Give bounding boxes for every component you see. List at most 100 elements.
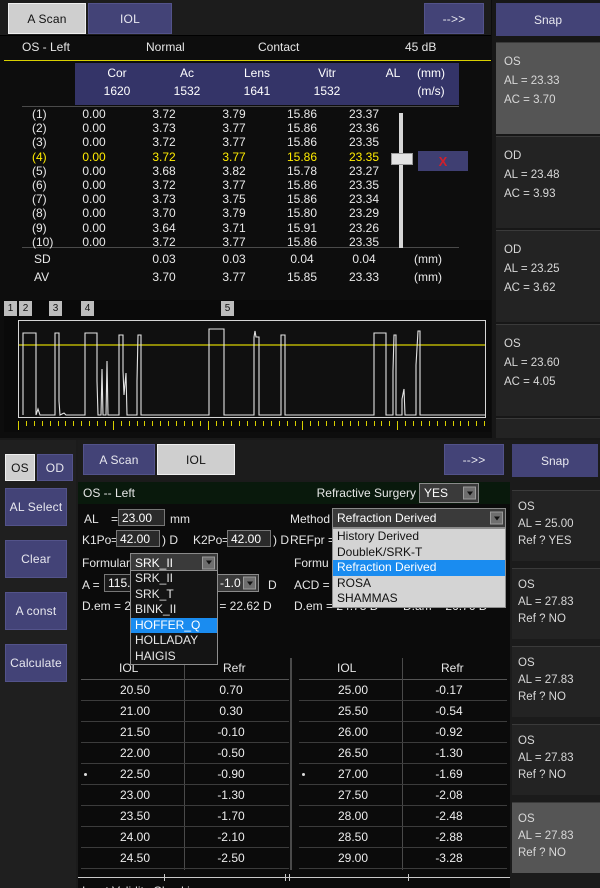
iol-result-row[interactable]: 23.50 -1.70 xyxy=(81,806,289,827)
gate-marker-2[interactable]: 2 xyxy=(19,301,32,316)
gate-marker-1[interactable]: 1 xyxy=(4,301,17,316)
dropdown-option[interactable]: History Derived xyxy=(333,529,505,545)
delete-measurement-button[interactable]: X xyxy=(418,151,468,171)
chevron-down-icon[interactable] xyxy=(243,576,256,590)
card-al: AL = 23.48 xyxy=(504,169,560,181)
measurement-card[interactable]: OS AL = 23.33 AC = 3.70 xyxy=(496,42,600,134)
row-index: (4) xyxy=(32,149,47,164)
eye-button-os[interactable]: OS xyxy=(5,454,35,481)
tab-a-scan-bottom[interactable]: A Scan xyxy=(83,444,155,475)
al-select-button[interactable]: AL Select xyxy=(5,488,67,526)
row-value: 0.00 xyxy=(82,149,106,164)
ruler-tick xyxy=(294,421,296,426)
measurement-card[interactable]: OD AL = 23.25 AC = 3.62 xyxy=(496,230,600,322)
tab-iol-top[interactable]: IOL xyxy=(88,3,172,34)
measurement-row[interactable]: (9) 0.00 3.64 3.71 15.91 23.26 xyxy=(22,221,459,235)
row-value: 23.36 xyxy=(348,121,380,136)
iol-result-row[interactable]: 28.50 -2.88 xyxy=(299,827,507,848)
clear-button[interactable]: Clear xyxy=(5,540,67,578)
chevron-down-icon[interactable] xyxy=(490,511,503,525)
waveform-display[interactable]: 1 2 3 4 5 xyxy=(4,300,491,432)
iol-result-row[interactable]: 29.00 -3.28 xyxy=(299,848,507,869)
iol-result-row[interactable]: 21.50 -0.10 xyxy=(81,722,289,743)
result-card[interactable]: OS AL = 27.83 Ref ? NO xyxy=(512,724,600,795)
measurement-card[interactable]: OD AL = 23.48 AC = 3.93 xyxy=(496,136,600,228)
ruler-tick xyxy=(160,421,162,426)
gain-label: 45 dB xyxy=(405,40,437,54)
dropdown-option[interactable]: HOFFER_Q xyxy=(131,617,217,633)
iol-result-row[interactable]: 22.00 -0.50 xyxy=(81,743,289,764)
forward-button-top[interactable]: -->> xyxy=(424,3,484,34)
row-value: 3.77 xyxy=(222,234,246,249)
measurement-scrollbar-track[interactable] xyxy=(399,113,403,248)
result-card[interactable]: OS AL = 25.00 Ref ? YES xyxy=(512,490,600,561)
iol-result-row[interactable]: 26.50 -1.30 xyxy=(299,743,507,764)
measurement-row[interactable]: (1) 0.00 3.72 3.79 15.86 23.37 xyxy=(22,107,459,121)
eye-label-top: OS - Left xyxy=(22,40,71,54)
iol-result-row[interactable]: 24.50 -2.50 xyxy=(81,848,289,869)
gate-marker-3[interactable]: 3 xyxy=(49,301,62,316)
k1-input[interactable]: 42.00 xyxy=(116,530,160,547)
iol-result-row[interactable]: 26.00 -0.92 xyxy=(299,722,507,743)
measurement-row[interactable]: (8) 0.00 3.70 3.79 15.80 23.29 xyxy=(22,206,459,220)
measurement-row[interactable]: (10) 0.00 3.72 3.77 15.86 23.35 xyxy=(22,235,459,249)
formula-dropdown-list[interactable]: SRK_II SRK_T BINK_II HOFFER_Q HOLLADAY HAIGIS xyxy=(130,570,218,665)
iol-result-row[interactable]: 24.00 -2.10 xyxy=(81,827,289,848)
iol-result-row[interactable]: 25.50 -0.54 xyxy=(299,701,507,722)
snap-button-top[interactable]: Snap xyxy=(496,3,600,36)
chevron-down-icon[interactable] xyxy=(202,556,215,569)
formula-label-left: Formular xyxy=(82,556,131,570)
iol-result-row[interactable]: 27.50 -2.08 xyxy=(299,785,507,806)
measurement-row[interactable]: (7) 0.00 3.73 3.75 15.86 23.34 xyxy=(22,192,459,206)
tab-a-scan-top[interactable]: A Scan xyxy=(8,3,86,34)
dropdown-option[interactable]: SRK_T xyxy=(131,587,217,603)
method-select[interactable]: Refraction Derived xyxy=(332,508,506,528)
tab-iol-bottom[interactable]: IOL xyxy=(157,444,235,475)
waveform-plot-area[interactable] xyxy=(18,320,486,418)
col-vitr-velocity: 1532 xyxy=(313,84,341,98)
result-eye: OS xyxy=(518,579,535,591)
dropdown-option[interactable]: HAIGIS xyxy=(131,649,217,665)
dropdown-option[interactable]: SHAMMAS xyxy=(333,591,505,607)
gate-marker-4[interactable]: 4 xyxy=(81,301,94,316)
result-ref: Ref ? NO xyxy=(518,847,566,859)
al-input[interactable]: 23.00 xyxy=(118,509,165,526)
dropdown-option[interactable]: ROSA xyxy=(333,576,505,592)
gate-marker-5[interactable]: 5 xyxy=(221,301,234,316)
row-value: 3.79 xyxy=(222,206,246,221)
method-dropdown-list[interactable]: History Derived DoubleK/SRK-T Refraction D… xyxy=(332,528,506,608)
refractive-surgery-label: Refractive Surgery xyxy=(316,486,416,500)
measurement-card[interactable]: OS AL = 23.60 AC = 4.05 xyxy=(496,324,600,416)
dropdown-option[interactable]: Refraction Derived xyxy=(333,560,505,576)
target-refraction-select[interactable]: -1.0 xyxy=(215,574,259,592)
forward-button-bottom[interactable]: -->> xyxy=(444,444,504,475)
chevron-down-icon[interactable] xyxy=(463,486,476,500)
dropdown-option[interactable]: DoubleK/SRK-T xyxy=(333,545,505,561)
measurement-scrollbar-thumb[interactable] xyxy=(391,153,413,165)
calculate-button[interactable]: Calculate xyxy=(5,644,67,682)
dropdown-option[interactable]: HOLLADAY xyxy=(131,633,217,649)
measurement-card-empty[interactable] xyxy=(496,418,600,438)
snap-button-bottom[interactable]: Snap xyxy=(512,444,598,477)
measurement-row[interactable]: (6) 0.00 3.72 3.77 15.86 23.35 xyxy=(22,178,459,192)
k2-input[interactable]: 42.00 xyxy=(227,530,271,547)
result-card[interactable]: OS AL = 27.83 Ref ? NO xyxy=(512,568,600,639)
iol-result-row[interactable]: 28.00 -2.48 xyxy=(299,806,507,827)
measurement-row[interactable]: (5) 0.00 3.68 3.82 15.78 23.27 xyxy=(22,164,459,178)
eye-button-od[interactable]: OD xyxy=(37,454,73,481)
ruler-tick xyxy=(373,421,375,426)
a-constant-button[interactable]: A const xyxy=(5,592,67,630)
dropdown-option[interactable]: BINK_II xyxy=(131,602,217,618)
dropdown-option[interactable]: SRK_II xyxy=(131,571,217,587)
iol-result-row[interactable]: 27.00 -1.69 xyxy=(299,764,507,785)
iol-result-row[interactable]: 21.00 0.30 xyxy=(81,701,289,722)
iol-result-row[interactable]: 22.50 -0.90 xyxy=(81,764,289,785)
result-card[interactable]: OS AL = 27.83 Ref ? NO xyxy=(512,802,600,873)
refractive-surgery-select[interactable]: YES xyxy=(419,483,479,503)
measurement-row[interactable]: (2) 0.00 3.73 3.77 15.86 23.36 xyxy=(22,121,459,135)
iol-result-row[interactable]: 25.00 -0.17 xyxy=(299,680,507,701)
measurement-row[interactable]: (3) 0.00 3.72 3.77 15.86 23.35 xyxy=(22,135,459,149)
result-card[interactable]: OS AL = 27.83 Ref ? NO xyxy=(512,646,600,717)
iol-result-row[interactable]: 20.50 0.70 xyxy=(81,680,289,701)
iol-result-row[interactable]: 23.00 -1.30 xyxy=(81,785,289,806)
